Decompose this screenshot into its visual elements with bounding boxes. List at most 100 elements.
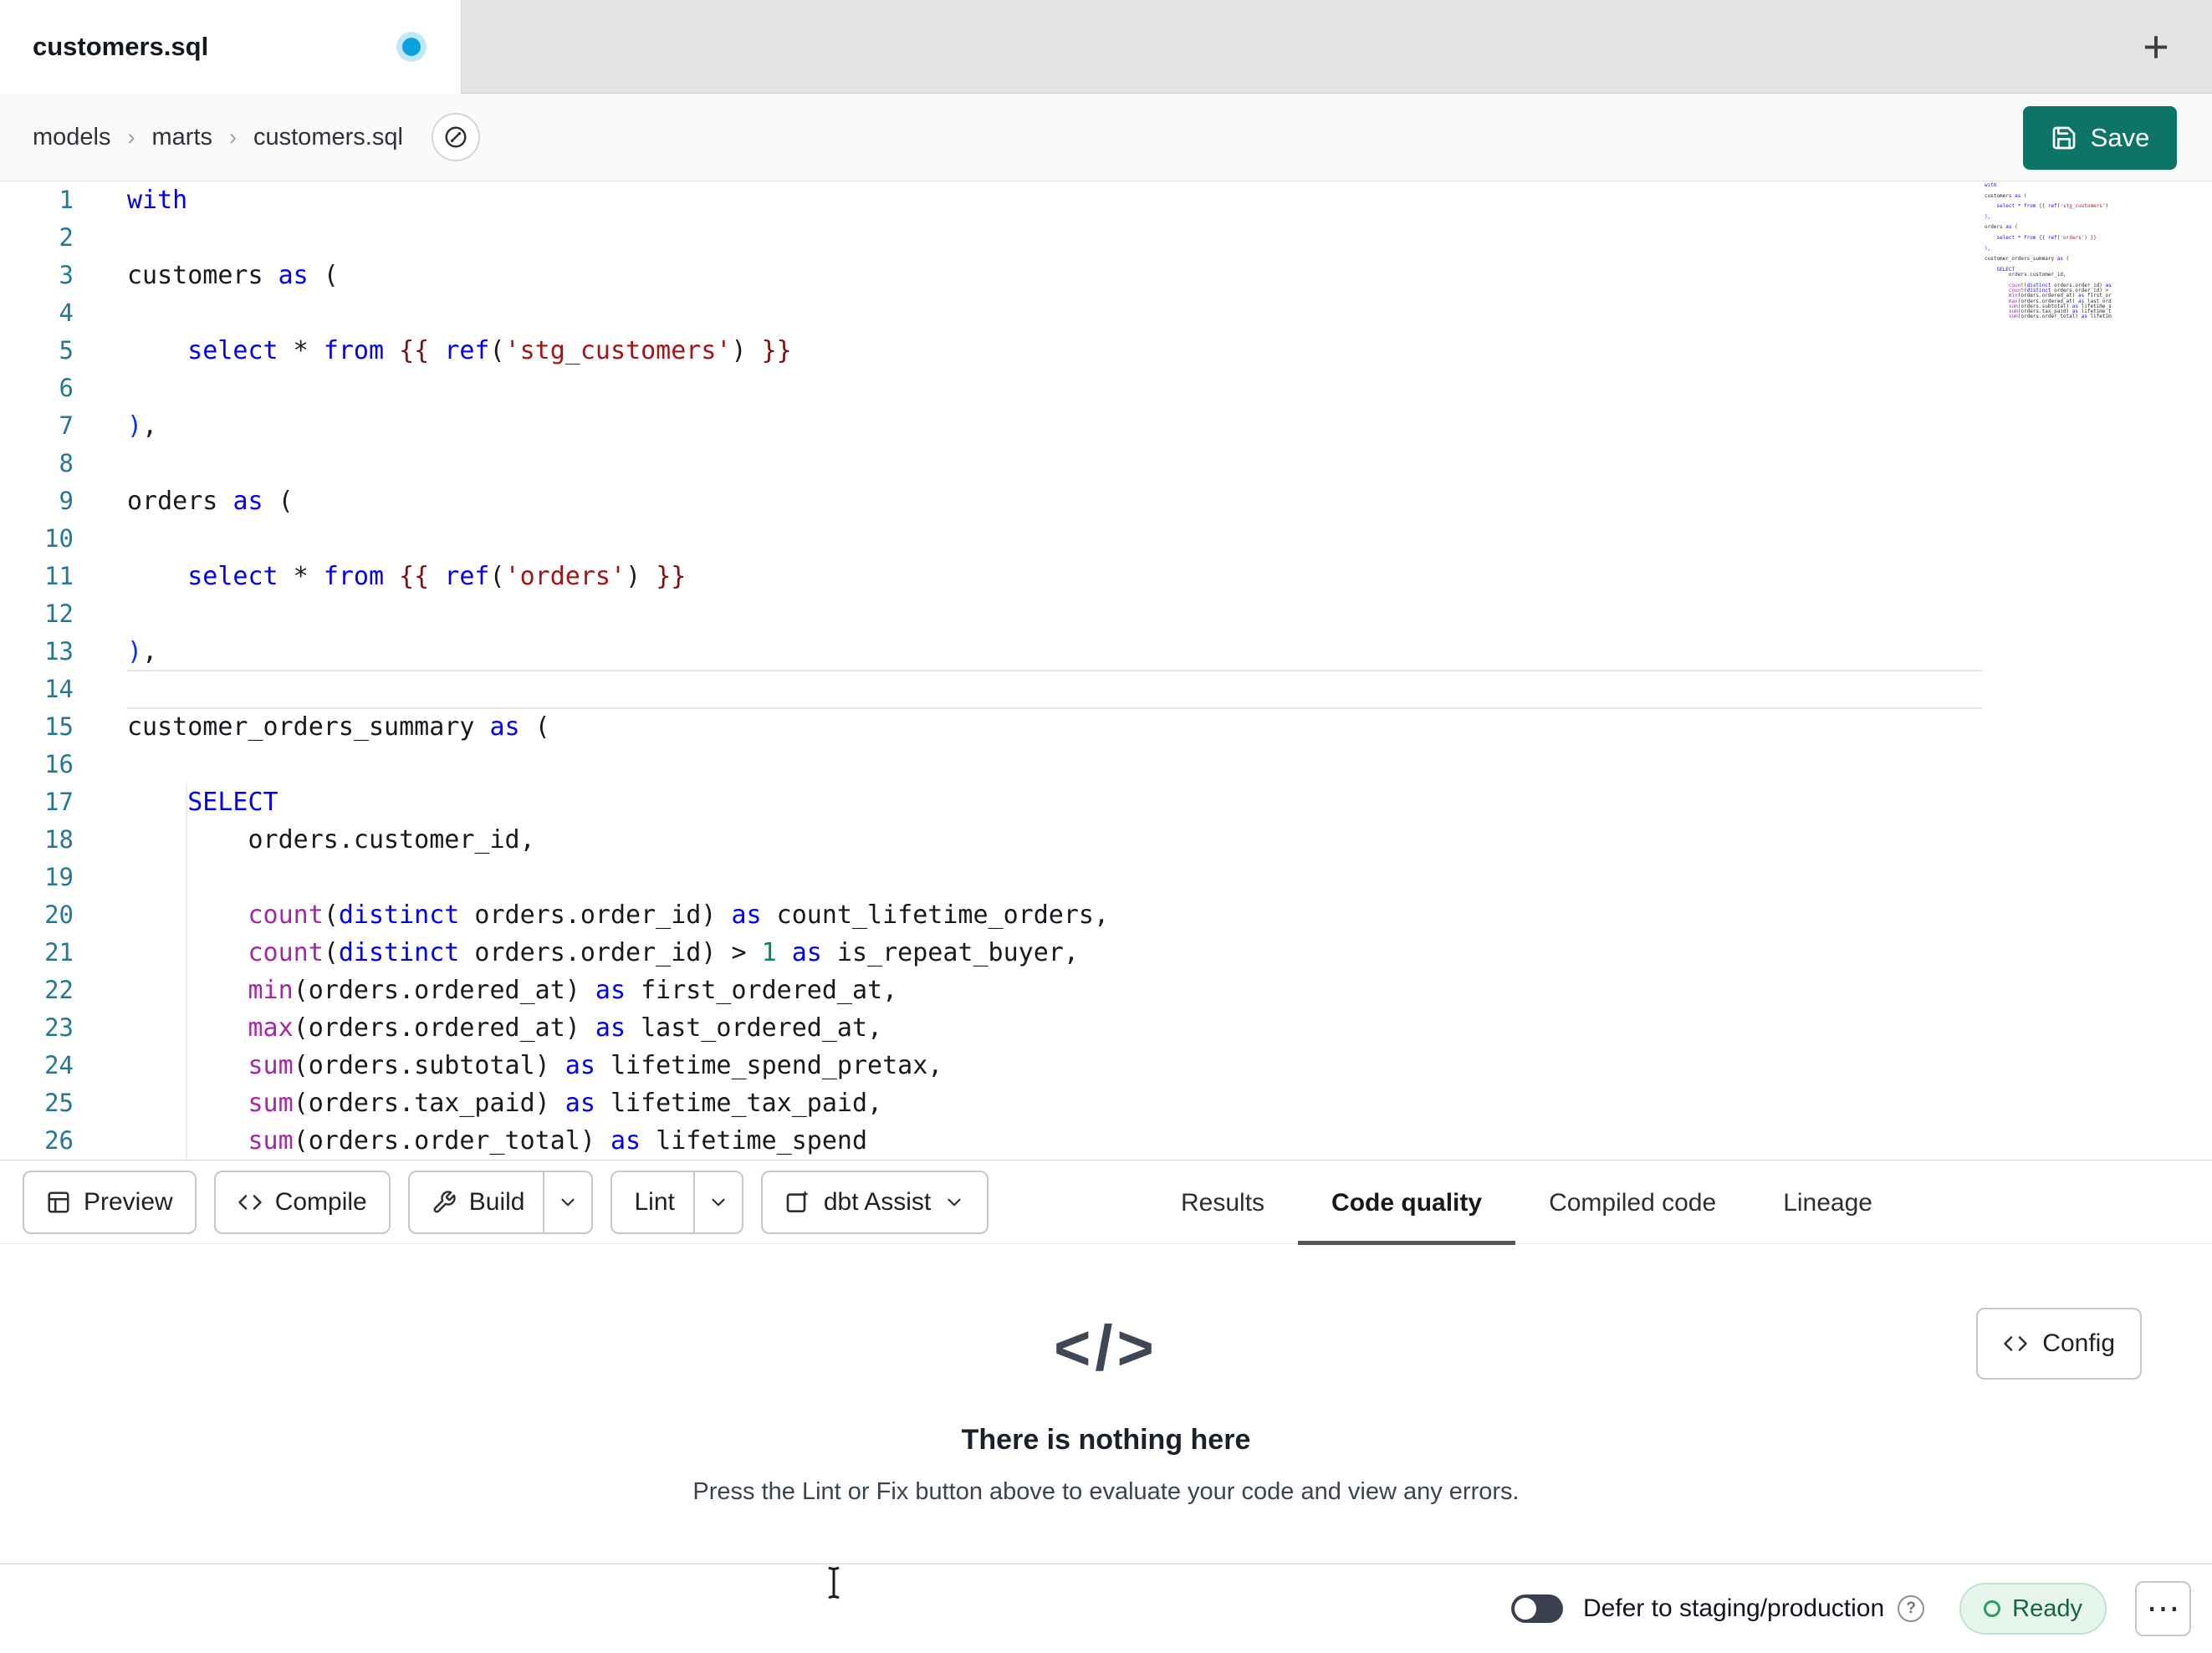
breadcrumb-item-marts[interactable]: marts	[152, 124, 213, 151]
tab-customers-sql[interactable]: customers.sql	[0, 0, 462, 94]
code-quality-panel: Config </> There is nothing here Press t…	[0, 1245, 2212, 1563]
code-line[interactable]: 17 SELECT	[0, 783, 2212, 821]
line-number: 18	[44, 825, 74, 854]
code-line[interactable]: 15 customer_orders_summary as (	[0, 708, 2212, 746]
chevron-down-icon	[948, 1198, 961, 1206]
dbt-assist-button[interactable]: dbt Assist	[760, 1170, 989, 1234]
dbt-assist-icon	[786, 1190, 809, 1212]
help-icon[interactable]: ?	[1898, 1595, 1925, 1622]
code-text: orders as (	[127, 487, 294, 516]
code-line[interactable]: 7),	[0, 407, 2212, 445]
code-text: SELECT	[187, 788, 278, 817]
code-line[interactable]: 24 sum(orders.subtotal) as lifetime_spen…	[0, 1047, 2212, 1084]
code-text: customers as (	[127, 261, 339, 290]
empty-state-title: There is nothing here	[961, 1424, 1251, 1456]
code-line[interactable]: 8	[0, 445, 2212, 482]
code-line[interactable]: 9 orders as (	[0, 482, 2212, 520]
preview-button[interactable]: Preview	[23, 1170, 197, 1234]
save-button[interactable]: Save	[2023, 106, 2177, 170]
line-number: 12	[44, 599, 74, 628]
save-icon	[2052, 126, 2075, 150]
compile-button-label: Compile	[274, 1187, 367, 1216]
code-text: with	[127, 186, 188, 215]
code-line[interactable]: 18 orders.customer_id,	[0, 821, 2212, 859]
lint-split-button: Lint	[610, 1170, 743, 1234]
tab-compiled-code[interactable]: Compiled code	[1515, 1161, 1750, 1245]
new-tab-button[interactable]: +	[2125, 0, 2187, 94]
status-circle-icon	[1984, 1600, 2001, 1617]
chevron-down-icon	[561, 1198, 575, 1206]
line-number: 6	[59, 374, 74, 402]
tab-lineage[interactable]: Lineage	[1750, 1161, 1906, 1245]
lint-button[interactable]: Lint	[612, 1172, 692, 1232]
line-number: 15	[44, 712, 74, 741]
code-line[interactable]: 21 count(distinct orders.order_id) > 1 a…	[0, 934, 2212, 972]
code-line[interactable]: 26 sum(orders.order_total) as lifetime_s…	[0, 1122, 2212, 1160]
code-text: select * from {{ ref('orders') }}	[187, 562, 687, 591]
code-text: orders.customer_id,	[127, 825, 535, 855]
code-line[interactable]: 19	[0, 859, 2212, 896]
build-split-button: Build	[407, 1170, 594, 1234]
compile-button[interactable]: Compile	[213, 1170, 391, 1234]
code-line[interactable]: 11 select * from {{ ref('orders') }}	[0, 558, 2212, 595]
code-line[interactable]: 4	[0, 294, 2212, 332]
line-number: 23	[44, 1013, 74, 1042]
code-icon	[238, 1194, 262, 1210]
indent-guide	[186, 783, 187, 1160]
code-line[interactable]: 25 sum(orders.tax_paid) as lifetime_tax_…	[0, 1084, 2212, 1122]
code-line[interactable]: 1 with	[0, 181, 2212, 219]
code-editor[interactable]: 1 with 2 3 customers as (4 5 select * from {{…	[0, 181, 2212, 1160]
status-bar: Defer to staging/production ? Ready ⋯	[0, 1564, 2212, 1653]
empty-state-subtitle: Press the Lint or Fix button above to ev…	[692, 1478, 1520, 1505]
code-line[interactable]: 2	[0, 219, 2212, 257]
code-line[interactable]: 13),	[0, 633, 2212, 671]
minimap-line: select * from {{ ref('stg_customers') }}	[1996, 203, 2112, 210]
code-line[interactable]: 6	[0, 370, 2212, 407]
table-icon	[48, 1191, 69, 1212]
build-dropdown-button[interactable]	[543, 1171, 591, 1232]
code-line[interactable]: 5 select * from {{ ref('stg_customers') …	[0, 332, 2212, 370]
line-number: 3	[59, 261, 74, 289]
breadcrumb-item-models[interactable]: models	[33, 124, 111, 151]
line-number: 21	[44, 938, 74, 967]
build-button[interactable]: Build	[410, 1172, 544, 1232]
line-number: 13	[44, 637, 74, 666]
lint-dropdown-button[interactable]	[692, 1171, 742, 1232]
tab-results[interactable]: Results	[1147, 1161, 1298, 1245]
code-text: sum(orders.tax_paid) as lifetime_tax_pai…	[248, 1089, 883, 1118]
build-button-label: Build	[468, 1187, 525, 1216]
code-text: ),	[127, 411, 158, 441]
tab-code-quality[interactable]: Code quality	[1298, 1161, 1515, 1245]
code-line[interactable]: 10	[0, 520, 2212, 558]
lineage-icon	[445, 126, 467, 148]
minimap[interactable]: with customers as ( select * from {{ ref(…	[1985, 183, 2112, 384]
code-line[interactable]: 22 min(orders.ordered_at) as first_order…	[0, 972, 2212, 1009]
defer-toggle[interactable]	[1510, 1594, 1563, 1623]
more-options-button[interactable]: ⋯	[2135, 1581, 2191, 1636]
code-text: sum(orders.order_total) as lifetime_spen…	[248, 1126, 868, 1156]
line-number: 2	[59, 223, 74, 252]
code-line[interactable]: 3 customers as (	[0, 257, 2212, 294]
code-glyph-icon: </>	[1054, 1313, 1158, 1384]
status-ready-badge[interactable]: Ready	[1959, 1583, 2107, 1635]
file-action-button[interactable]	[431, 113, 480, 161]
tab-bar: customers.sql +	[0, 0, 2212, 94]
unsaved-changes-dot	[402, 38, 421, 56]
breadcrumb: models › marts › customers.sql	[0, 94, 2212, 181]
minimap-line: sum(orders.order_total) as lifetime_spen…	[2008, 314, 2112, 320]
breadcrumb-item-file[interactable]: customers.sql	[253, 124, 403, 151]
code-line[interactable]: 12	[0, 595, 2212, 633]
code-line[interactable]: 16	[0, 746, 2212, 783]
code-line[interactable]: 14	[0, 670, 2212, 709]
code-text: ),	[127, 637, 158, 666]
toggle-knob	[1514, 1598, 1536, 1620]
line-number: 8	[59, 449, 74, 477]
code-line[interactable]: 20 count(distinct orders.order_id) as co…	[0, 896, 2212, 934]
code-line[interactable]: 23 max(orders.ordered_at) as last_ordere…	[0, 1009, 2212, 1047]
save-button-label: Save	[2090, 123, 2150, 152]
line-number: 24	[44, 1051, 74, 1079]
